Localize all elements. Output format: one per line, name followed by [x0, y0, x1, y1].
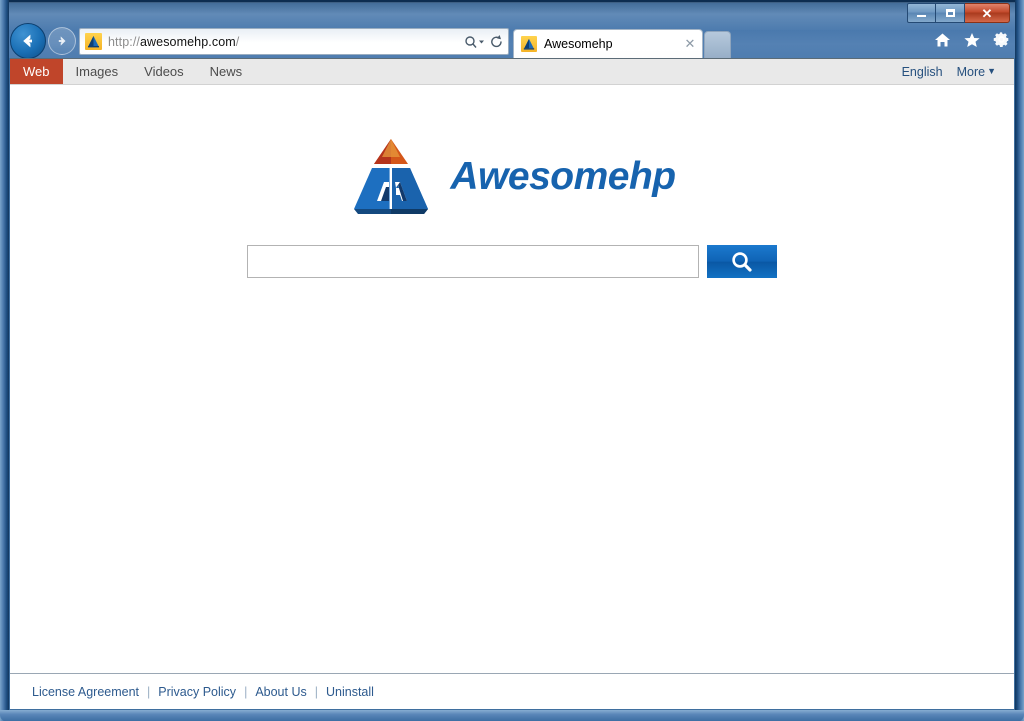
- url-scheme: http://: [108, 34, 140, 49]
- site-nav-tab-label: Videos: [144, 64, 184, 79]
- browser-tab-awesomehp[interactable]: Awesomehp ✕: [513, 29, 703, 58]
- site-nav-tab-label: Images: [75, 64, 119, 79]
- site-logo: Awesomehp: [10, 135, 1014, 219]
- site-nav-tabs: Web Images Videos News: [10, 59, 255, 84]
- address-bar[interactable]: http://awesomehp.com/: [79, 28, 509, 55]
- command-bar-icons: [934, 31, 1010, 48]
- favorites-star-icon[interactable]: [963, 32, 981, 48]
- search-magnifier-icon: [465, 35, 484, 48]
- more-menu[interactable]: More ▼: [957, 65, 996, 79]
- close-icon: ✕: [981, 5, 993, 21]
- settings-gear-icon[interactable]: [993, 31, 1010, 48]
- site-logo-wordmark: Awesomehp: [450, 155, 676, 198]
- forward-arrow-icon: [58, 36, 66, 46]
- site-nav-tab-videos[interactable]: Videos: [131, 59, 197, 84]
- title-bar-sheen: [0, 2, 1024, 30]
- refresh-icon: [491, 34, 502, 47]
- site-nav-tab-images[interactable]: Images: [63, 59, 132, 84]
- url-trailing: /: [235, 34, 240, 49]
- footer-separator: |: [314, 684, 318, 699]
- maximize-icon: [945, 9, 955, 17]
- search-magnifier-icon: [732, 251, 752, 272]
- site-nav-tab-news[interactable]: News: [197, 59, 256, 84]
- close-window-button[interactable]: ✕: [965, 3, 1010, 23]
- window-frame-right-edge: [1015, 0, 1024, 721]
- title-bar: ✕ http://awesomehp.com/ Awesomehp ✕: [0, 0, 1024, 59]
- refresh-button[interactable]: [489, 34, 504, 50]
- browser-window: ✕ http://awesomehp.com/ Awesomehp ✕ Web …: [0, 0, 1024, 721]
- page-footer: License Agreement | Privacy Policy | Abo…: [10, 673, 1014, 709]
- tab-title: Awesomehp: [544, 37, 613, 51]
- footer-separator: |: [244, 684, 248, 699]
- site-nav-tab-label: Web: [23, 64, 50, 79]
- site-nav-right-links: English More ▼: [902, 59, 1014, 84]
- new-tab-button[interactable]: [704, 31, 731, 58]
- window-frame-left-edge: [0, 0, 9, 721]
- footer-separator: |: [147, 684, 151, 699]
- address-url-text: http://awesomehp.com/: [108, 35, 460, 49]
- tab-close-icon[interactable]: ✕: [682, 36, 698, 52]
- address-bar-icons: [460, 34, 504, 50]
- more-menu-label: More: [956, 64, 986, 79]
- site-nav-tab-label: News: [209, 64, 243, 79]
- window-frame-bottom-edge: [0, 710, 1024, 721]
- footer-link-uninstall[interactable]: Uninstall: [326, 685, 374, 699]
- awesomehp-pyramid-logo: [354, 139, 429, 214]
- maximize-button[interactable]: [936, 3, 965, 23]
- url-host: awesomehp.com: [139, 34, 236, 49]
- site-nav-bar: Web Images Videos News English More ▼: [10, 58, 1014, 85]
- page-content: Awesomehp License Agreement | Privacy Po…: [10, 85, 1014, 709]
- search-dropdown-button[interactable]: [464, 34, 486, 50]
- back-arrow-icon: [23, 34, 32, 48]
- home-icon[interactable]: [934, 32, 951, 48]
- awesomehp-favicon: [85, 33, 102, 50]
- site-nav-tab-web[interactable]: Web: [10, 59, 63, 84]
- page-viewport: Web Images Videos News English More ▼ Aw…: [9, 58, 1015, 710]
- footer-link-about-us[interactable]: About Us: [255, 685, 306, 699]
- minimize-button[interactable]: [907, 3, 936, 23]
- awesomehp-favicon: [521, 36, 537, 52]
- forward-button[interactable]: [48, 27, 76, 55]
- back-button[interactable]: [10, 23, 46, 59]
- search-input[interactable]: [247, 245, 699, 278]
- search-button[interactable]: [707, 245, 777, 278]
- footer-link-privacy-policy[interactable]: Privacy Policy: [158, 685, 236, 699]
- minimize-icon: [917, 15, 926, 17]
- language-selector[interactable]: English: [902, 65, 943, 79]
- chevron-down-icon: ▼: [987, 66, 996, 76]
- footer-link-license-agreement[interactable]: License Agreement: [32, 685, 139, 699]
- window-controls: ✕: [907, 3, 1010, 23]
- search-area: [10, 245, 1014, 278]
